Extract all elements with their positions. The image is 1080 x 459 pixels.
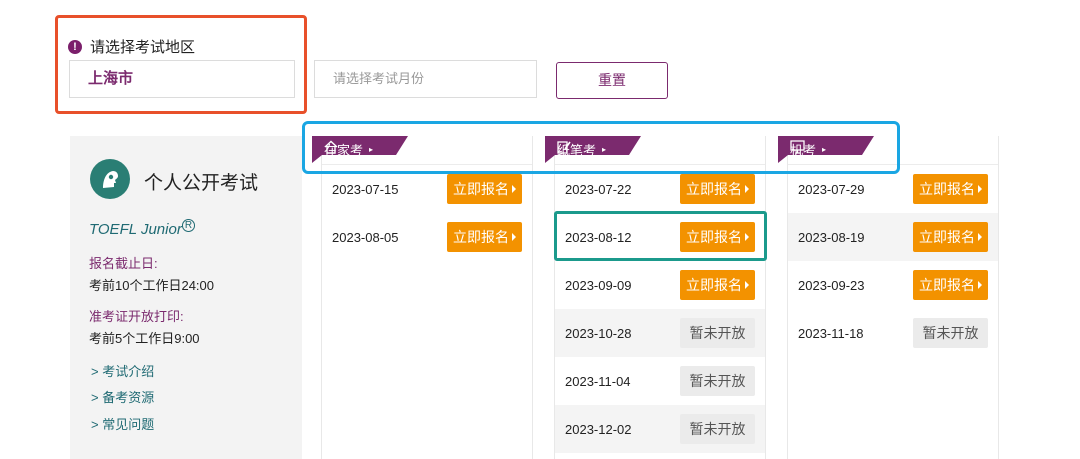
exam-date: 2023-07-22 bbox=[565, 181, 632, 197]
link-prep-resources[interactable]: > 备考资源 bbox=[91, 387, 154, 406]
link-faq[interactable]: > 常见问题 bbox=[91, 414, 154, 433]
register-label: 立即报名 bbox=[453, 181, 509, 197]
exam-row: 2023-11-04 暂未开放 bbox=[555, 357, 765, 405]
column-home-exam: 在家考 ▸ 2023-07-15 立即报名 2023-08-05 立即报名 bbox=[312, 136, 533, 459]
register-label: 立即报名 bbox=[686, 277, 742, 293]
exam-date: 2023-11-04 bbox=[565, 373, 631, 389]
month-select[interactable]: 请选择考试月份 bbox=[314, 60, 537, 98]
register-label: 立即报名 bbox=[453, 229, 509, 245]
register-button[interactable]: 立即报名 bbox=[913, 174, 988, 204]
exam-date: 2023-11-18 bbox=[798, 325, 864, 341]
register-label: 立即报名 bbox=[919, 229, 975, 245]
register-button[interactable]: 立即报名 bbox=[680, 174, 755, 204]
exam-date: 2023-10-28 bbox=[565, 325, 632, 341]
arrow-right-icon bbox=[745, 185, 749, 193]
deadline-value: 考前10个工作日24:00 bbox=[89, 278, 214, 293]
exam-date: 2023-07-15 bbox=[332, 181, 399, 197]
arrow-right-icon bbox=[978, 185, 982, 193]
arrow-right-icon bbox=[512, 185, 516, 193]
exam-row: 2023-11-18 暂未开放 bbox=[788, 309, 998, 357]
exam-date: 2023-09-09 bbox=[565, 277, 632, 293]
ticket-value: 考前5个工作日9:00 bbox=[89, 331, 200, 346]
exam-row: 2023-08-19 立即报名 bbox=[788, 213, 998, 261]
reset-button[interactable]: 重置 bbox=[556, 62, 668, 99]
exam-date: 2023-08-05 bbox=[332, 229, 399, 245]
not-open-badge: 暂未开放 bbox=[680, 414, 755, 444]
exam-row: 2023-09-09 立即报名 bbox=[555, 261, 765, 309]
register-button[interactable]: 立即报名 bbox=[913, 222, 988, 252]
register-label: 立即报名 bbox=[686, 181, 742, 197]
exam-row: 2023-10-28 暂未开放 bbox=[555, 309, 765, 357]
exam-logo-icon bbox=[90, 159, 130, 199]
deadline-label: 报名截止日: bbox=[89, 256, 158, 271]
register-button[interactable]: 立即报名 bbox=[913, 270, 988, 300]
exam-title: 个人公开考试 bbox=[144, 173, 259, 194]
product-name: TOEFL Junior R bbox=[89, 219, 196, 238]
exam-date: 2023-09-23 bbox=[798, 277, 865, 293]
ticket-label: 准考证开放打印: bbox=[89, 309, 184, 324]
column-paper-exam: 纸笔考 ▸ 2023-07-22 立即报名 2023-08-12 立即报名 20… bbox=[545, 136, 766, 459]
annotation-box-region bbox=[55, 15, 307, 114]
register-label: 立即报名 bbox=[919, 277, 975, 293]
annotation-box-selected-date bbox=[554, 211, 767, 261]
arrow-right-icon bbox=[978, 281, 982, 289]
register-button[interactable]: 立即报名 bbox=[447, 222, 522, 252]
register-button[interactable]: 立即报名 bbox=[447, 174, 522, 204]
exam-date: 2023-08-19 bbox=[798, 229, 865, 245]
register-button[interactable]: 立即报名 bbox=[680, 270, 755, 300]
not-open-badge: 暂未开放 bbox=[680, 366, 755, 396]
annotation-box-exam-types bbox=[302, 121, 900, 174]
exam-row: 2023-12-02 暂未开放 bbox=[555, 405, 765, 453]
exam-date: 2023-12-02 bbox=[565, 421, 632, 437]
arrow-right-icon bbox=[512, 233, 516, 241]
link-exam-intro[interactable]: > 考试介绍 bbox=[91, 361, 154, 380]
register-label: 立即报名 bbox=[919, 181, 975, 197]
exam-row: 2023-08-05 立即报名 bbox=[322, 213, 532, 261]
arrow-right-icon bbox=[745, 281, 749, 289]
not-open-badge: 暂未开放 bbox=[680, 318, 755, 348]
exam-row: 2023-09-23 立即报名 bbox=[788, 261, 998, 309]
registered-mark: R bbox=[181, 219, 196, 232]
arrow-right-icon bbox=[978, 233, 982, 241]
not-open-badge: 暂未开放 bbox=[913, 318, 988, 348]
product-name-text: TOEFL Junior bbox=[89, 221, 182, 238]
column-computer-exam: 机考 ▸ 2023-07-29 立即报名 2023-08-19 立即报名 202… bbox=[778, 136, 999, 459]
exam-date: 2023-07-29 bbox=[798, 181, 865, 197]
